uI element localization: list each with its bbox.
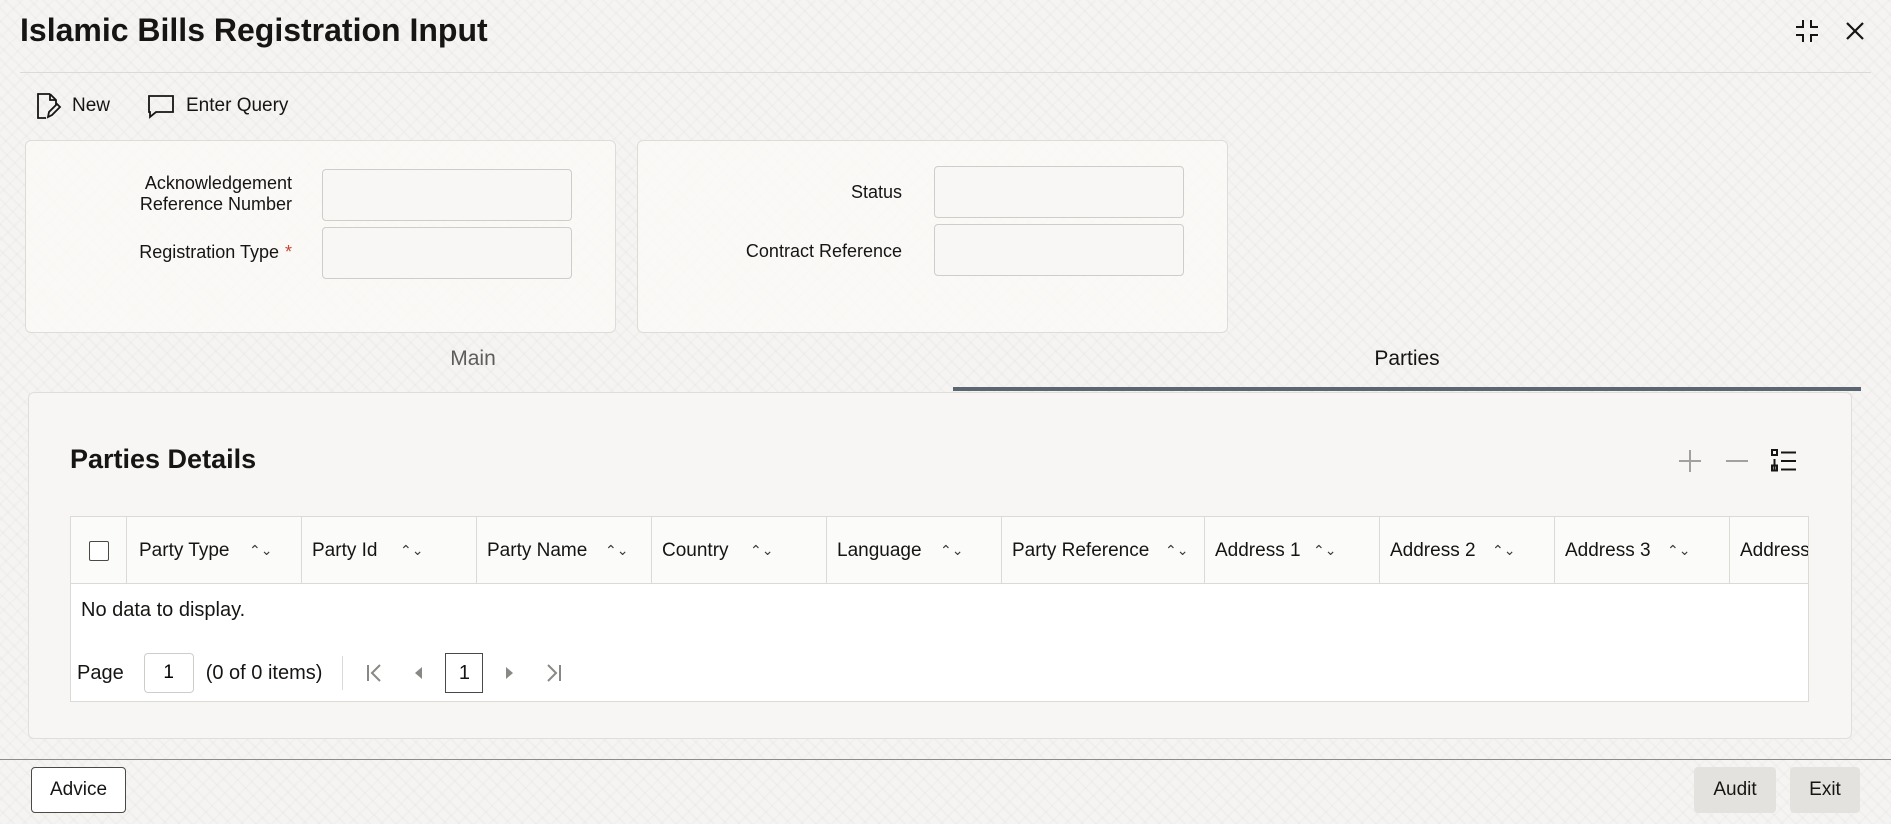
parties-table: Party Type ⌃⌄ Party Id ⌃⌄ Party Name ⌃⌄ Cou… [70,516,1809,702]
previous-page-icon[interactable] [397,653,441,693]
ack-ref-label: Acknowledgement Reference Number [139,173,292,214]
sort-icon: ⌃⌄ [750,542,774,558]
sort-icon: ⌃⌄ [1667,542,1691,558]
pagination: Page (0 of 0 items) 1 [77,653,575,693]
status-label: Status [850,182,902,202]
column-header-address-3[interactable]: Address 3 ⌃⌄ [1555,517,1730,584]
new-button[interactable]: New [32,88,110,124]
sort-icon: ⌃⌄ [940,542,964,558]
query-bubble-icon [148,95,174,119]
left-form-panel: Acknowledgement Reference Number Registr… [25,140,616,333]
items-summary: (0 of 0 items) [205,661,323,684]
column-header-party-reference[interactable]: Party Reference ⌃⌄ [1002,517,1205,584]
column-header-address-1[interactable]: Address 1 ⌃⌄ [1205,517,1380,584]
column-header-country[interactable]: Country ⌃⌄ [652,517,827,584]
pager-divider [342,656,344,690]
sort-icon: ⌃⌄ [400,542,424,558]
contract-reference-label: Contract Reference [745,241,902,261]
sort-icon: ⌃⌄ [1313,542,1337,558]
new-button-label: New [72,95,111,116]
select-all-cell [71,517,127,584]
column-header-party-type[interactable]: Party Type ⌃⌄ [127,517,302,584]
table-header: Party Type ⌃⌄ Party Id ⌃⌄ Party Name ⌃⌄ Cou… [71,517,1808,584]
column-header-party-name[interactable]: Party Name ⌃⌄ [477,517,652,584]
sort-icon: ⌃⌄ [1492,542,1516,558]
column-header-language[interactable]: Language ⌃⌄ [827,517,1002,584]
exit-button[interactable]: Exit [1790,767,1860,813]
contract-reference-input[interactable] [934,224,1184,276]
column-list-icon[interactable] [1767,444,1801,478]
empty-table-message: No data to display. [81,599,246,621]
page-number-input[interactable] [143,653,194,693]
close-icon[interactable] [1838,14,1872,48]
active-tab-indicator [953,387,1861,391]
footer-divider [0,759,1891,760]
sort-icon: ⌃⌄ [1165,542,1189,558]
sort-icon: ⌃⌄ [249,542,273,558]
first-page-icon[interactable] [353,653,397,693]
page-label: Page [77,661,124,684]
minimize-icon[interactable] [1790,14,1824,48]
current-page-button[interactable]: 1 [445,653,484,693]
ack-ref-input[interactable] [322,169,572,221]
tab-main[interactable]: Main [28,347,918,371]
enter-query-button[interactable]: Enter Query [146,88,288,124]
tab-parties[interactable]: Parties [953,347,1861,371]
section-title: Parties Details [70,444,257,474]
select-all-checkbox[interactable] [88,540,109,561]
audit-button[interactable]: Audit [1694,767,1776,813]
column-header-party-id[interactable]: Party Id ⌃⌄ [302,517,477,584]
column-header-address-2[interactable]: Address 2 ⌃⌄ [1380,517,1555,584]
next-page-icon[interactable] [487,653,531,693]
header-divider [20,72,1871,73]
required-indicator: * [284,242,292,262]
registration-type-input[interactable] [322,227,572,279]
registration-type-label: Registration Type * [139,242,292,262]
new-document-icon [37,93,62,119]
right-form-panel: Status Contract Reference [637,140,1228,333]
sort-icon: ⌃⌄ [605,542,629,558]
page-title: Islamic Bills Registration Input [20,12,488,48]
column-header-address[interactable]: Address [1730,517,1808,584]
status-input[interactable] [934,166,1184,218]
last-page-icon[interactable] [531,653,575,693]
add-row-icon[interactable] [1673,444,1707,478]
enter-query-label: Enter Query [186,95,289,116]
delete-row-icon[interactable] [1720,444,1754,478]
advice-button[interactable]: Advice [31,767,126,813]
